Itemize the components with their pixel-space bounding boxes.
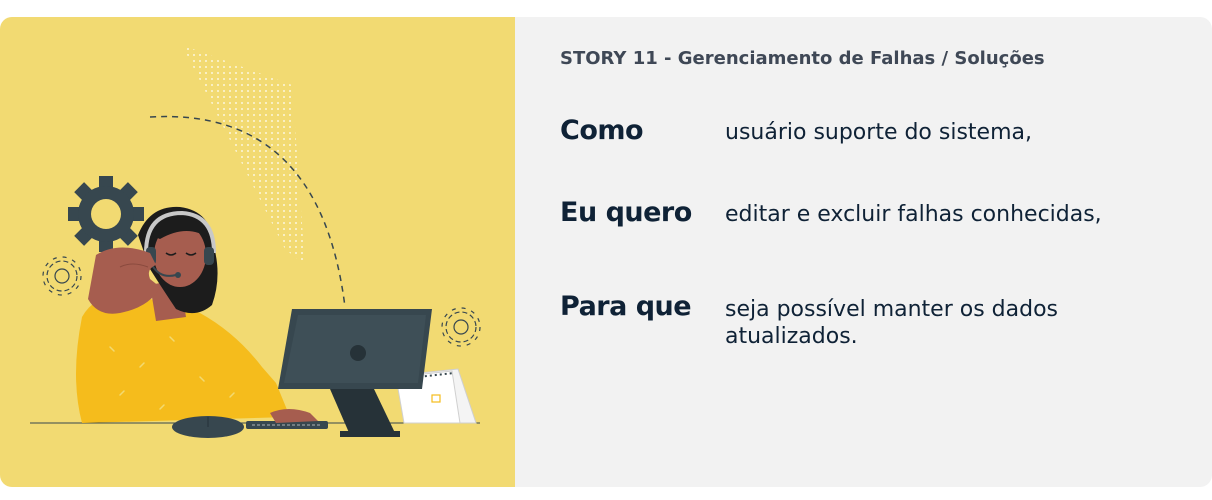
illustration-panel [0,17,515,487]
story-card: STORY 11 - Gerenciamento de Falhas / Sol… [0,17,1212,487]
role-text: usuário suporte do sistema, [725,120,1032,145]
benefit-label: Para que [560,291,692,322]
story-title: STORY 11 - Gerenciamento de Falhas / Sol… [560,48,1045,69]
role-label: Como [560,115,644,146]
gear-outline-icon [42,256,82,296]
goal-label: Eu quero [560,197,692,228]
story-content: STORY 11 - Gerenciamento de Falhas / Sol… [515,17,1212,487]
benefit-text: seja possível manter os dados atualizado… [725,297,1059,349]
gear-icon [68,176,144,252]
support-agent-illustration [30,45,481,438]
gear-outline-icon [441,307,481,347]
goal-text: editar e excluir falhas conhecidas, [725,202,1102,227]
